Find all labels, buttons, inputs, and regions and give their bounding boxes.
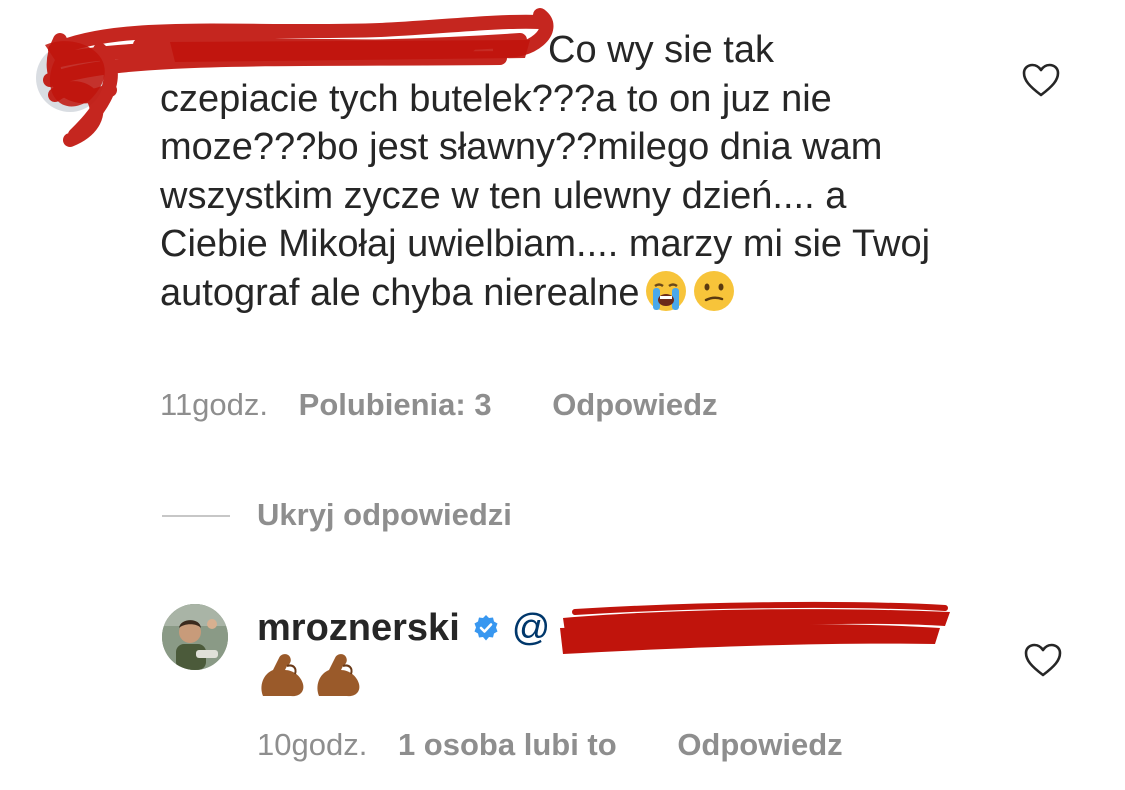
commenter-avatar[interactable] xyxy=(36,44,104,112)
comment-text-body: czepiacie tych butelek???a to on juz nie… xyxy=(160,77,931,314)
hide-replies-button[interactable]: Ukryj odpowiedzi xyxy=(257,497,512,533)
reply-meta: 10godz. 1 osoba lubi to Odpowiedz xyxy=(257,727,843,763)
avatar-photo xyxy=(162,604,228,670)
comment-meta: 11godz. Polubienia: 3 Odpowiedz xyxy=(160,387,718,423)
reply-mention[interactable]: @ xyxy=(512,607,551,650)
reply-username[interactable]: mroznerski xyxy=(257,607,460,650)
redaction-scribble xyxy=(560,601,950,654)
reply-button[interactable]: Odpowiedz xyxy=(677,727,842,762)
comment-likes[interactable]: Polubienia: 3 xyxy=(299,387,492,422)
reply-avatar[interactable] xyxy=(162,604,228,670)
comments-screen: Co wy sie tak czepiacie tych butelek???a… xyxy=(0,0,1125,790)
reply-likes[interactable]: 1 osoba lubi to xyxy=(398,727,617,762)
divider-line xyxy=(162,515,230,517)
reply-button[interactable]: Odpowiedz xyxy=(552,387,717,422)
flexed-biceps-emoji xyxy=(317,654,360,697)
flexed-biceps-emoji xyxy=(261,654,304,697)
reply-text xyxy=(257,650,365,698)
like-heart-icon[interactable] xyxy=(1023,642,1063,678)
confused-face-emoji xyxy=(692,269,736,326)
comment-text: Co wy sie tak czepiacie tych butelek???a… xyxy=(160,26,950,325)
reply-header: mroznerski @ xyxy=(257,605,550,651)
verified-badge-icon xyxy=(474,615,498,641)
reply-time: 10godz. xyxy=(257,727,368,762)
like-heart-icon[interactable] xyxy=(1021,62,1061,98)
crying-face-emoji xyxy=(644,269,688,326)
comment-time: 11godz. xyxy=(160,387,269,422)
comment-text-first-line: Co wy sie tak xyxy=(548,29,774,71)
